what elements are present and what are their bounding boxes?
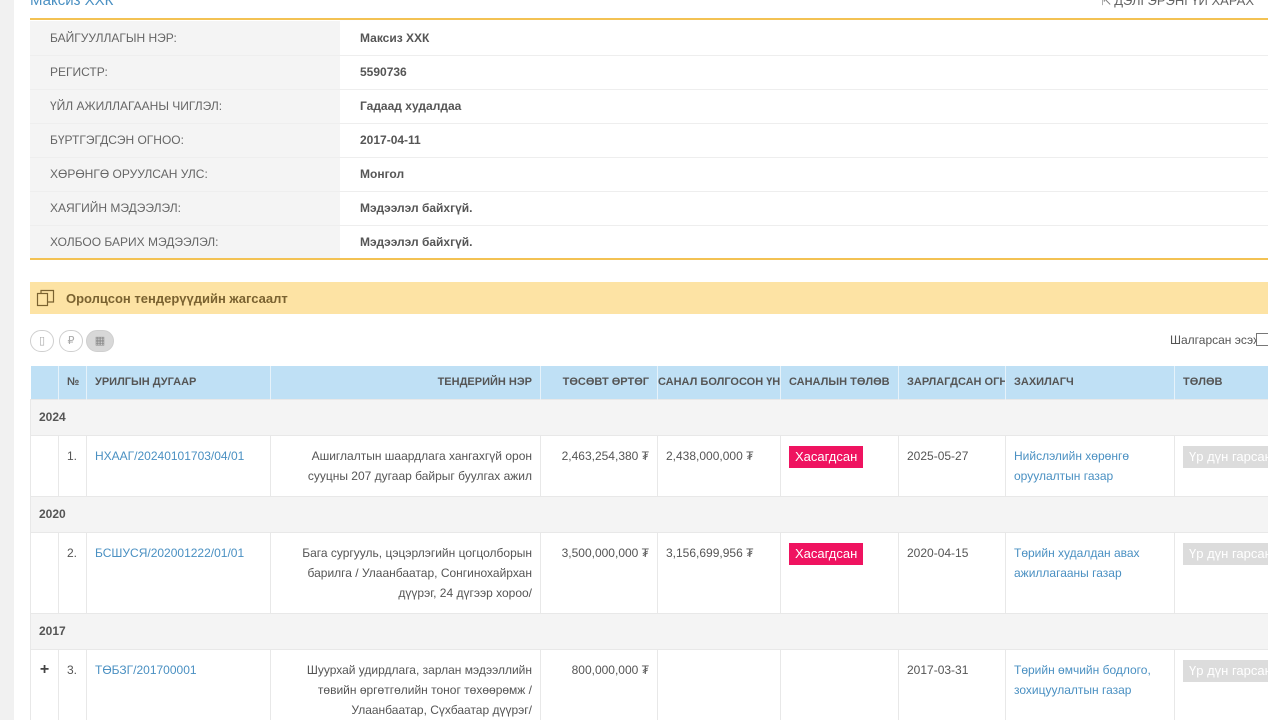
tender-table: № УРИЛГЫН ДУГААР ТЕНДЕРИЙН НЭР ТӨСӨВТ ӨР… bbox=[30, 366, 1268, 720]
row-code-cell: НХААГ/20240101703/04/01 bbox=[86, 434, 271, 497]
expand-cell bbox=[30, 531, 59, 614]
info-row: ҮЙЛ АЖИЛЛАГААНЫ ЧИГЛЭЛ: Гадаад худалдаа bbox=[30, 89, 1268, 124]
announced-date: 2020-04-15 bbox=[898, 531, 1006, 614]
tender-name: Бага сургууль, цэцэрлэгийн цогцолборын б… bbox=[270, 531, 541, 614]
info-label: БҮРТГЭГДСЭН ОГНОО: bbox=[30, 123, 340, 158]
header-client[interactable]: ЗАХИЛАГЧ bbox=[1005, 366, 1175, 399]
row-code-cell: БСШУСЯ/202001222/01/01 bbox=[86, 531, 271, 614]
year-group-row: 2020 bbox=[30, 495, 1268, 533]
left-gutter bbox=[0, 0, 14, 720]
row-num: 2. bbox=[58, 531, 87, 614]
info-row: БАЙГУУЛЛАГЫН НЭР: Максиз ХХК bbox=[30, 21, 1268, 56]
header-offer-status[interactable]: САНАЛЫН ТӨЛӨВ bbox=[780, 366, 899, 399]
info-value: Мэдээлэл байхгүй. bbox=[360, 234, 473, 249]
table-row: 1. НХААГ/20240101703/04/01 Ашиглалтын ша… bbox=[30, 434, 1268, 497]
calendar-icon[interactable]: ▦ bbox=[86, 330, 114, 352]
table-header-row: № УРИЛГЫН ДУГААР ТЕНДЕРИЙН НЭР ТӨСӨВТ ӨР… bbox=[30, 366, 1268, 399]
info-value: Гадаад худалдаа bbox=[340, 89, 1268, 124]
client-cell: Нийслэлийн хөрөнгө оруулалтын газар bbox=[1005, 434, 1175, 497]
client-cell: Төрийн худалдан авах ажиллагааны газар bbox=[1005, 531, 1175, 614]
year-group-row: 2024 bbox=[30, 398, 1268, 436]
section-title: Оролцсон тендерүүдийн жагсаалт bbox=[66, 291, 288, 306]
info-row: БҮРТГЭГДСЭН ОГНОО: 2017-04-11 bbox=[30, 123, 1268, 158]
selected-filter-checkbox[interactable] bbox=[1256, 333, 1268, 346]
expand-icon[interactable]: + bbox=[40, 661, 49, 678]
info-row: ХАЯГИЙН МЭДЭЭЛЭЛ: Мэдээлэл байхгүй. bbox=[30, 191, 1268, 226]
status-cell: Үр дүн гарсан bbox=[1174, 434, 1268, 497]
info-value: Максиз ХХК bbox=[340, 21, 1268, 56]
row-code-cell: ТӨБЗГ/201700001 bbox=[86, 648, 271, 720]
info-label: ХАЯГИЙН МЭДЭЭЛЭЛ: bbox=[30, 191, 340, 226]
header-expand bbox=[30, 366, 59, 399]
header-offer[interactable]: САНАЛ БОЛГОСОН ҮНЭ bbox=[657, 366, 781, 399]
offer-value: 2,438,000,000 ₮ bbox=[657, 434, 781, 497]
row-num: 1. bbox=[58, 434, 87, 497]
external-link-icon: ⇱ bbox=[1101, 0, 1112, 8]
row-num: 3. bbox=[58, 648, 87, 720]
table-row: + 3. ТӨБЗГ/201700001 Шуурхай удирдлага, … bbox=[30, 648, 1268, 720]
header-name[interactable]: ТЕНДЕРИЙН НЭР bbox=[270, 366, 541, 399]
client-link[interactable]: Төрийн өмчийн бодлого, зохицуулалтын газ… bbox=[1014, 663, 1151, 697]
budget-value: 3,500,000,000 ₮ bbox=[540, 531, 658, 614]
offer-status-cell: Хасагдсан bbox=[780, 531, 899, 614]
info-label: БАЙГУУЛЛАГЫН НЭР: bbox=[30, 21, 340, 56]
expand-cell bbox=[30, 434, 59, 497]
header-code[interactable]: УРИЛГЫН ДУГААР bbox=[86, 366, 271, 399]
offer-status-cell: Хасагдсан bbox=[780, 434, 899, 497]
year-group-row: 2017 bbox=[30, 612, 1268, 650]
offer-status-badge: Хасагдсан bbox=[789, 542, 864, 565]
tender-code-link[interactable]: НХААГ/20240101703/04/01 bbox=[95, 449, 244, 463]
tender-code-link[interactable]: ТӨБЗГ/201700001 bbox=[95, 663, 197, 677]
tender-name: Ашиглалтын шаардлага хангахгүй орон сууц… bbox=[270, 434, 541, 497]
client-link[interactable]: Нийслэлийн хөрөнгө оруулалтын газар bbox=[1014, 449, 1129, 483]
info-value: 5590736 bbox=[340, 55, 1268, 90]
offer-status-badge: Хасагдсан bbox=[789, 445, 864, 468]
year-label: 2024 bbox=[30, 398, 1268, 436]
info-label: ҮЙЛ АЖИЛЛАГААНЫ ЧИГЛЭЛ: bbox=[30, 89, 340, 124]
status-cell: Үр дүн гарсан bbox=[1174, 648, 1268, 720]
tender-name: Шуурхай удирдлага, зарлан мэдээллийн төв… bbox=[270, 648, 541, 720]
tender-list-section-header: Оролцсон тендерүүдийн жагсаалт bbox=[30, 282, 1268, 314]
announced-date: 2017-03-31 bbox=[898, 648, 1006, 720]
info-label: ХОЛБОО БАРИХ МЭДЭЭЛЭЛ: bbox=[30, 225, 340, 259]
header-date[interactable]: ЗАРЛАГДСАН ОГНОО bbox=[898, 366, 1006, 399]
client-link[interactable]: Төрийн худалдан авах ажиллагааны газар bbox=[1014, 546, 1140, 580]
company-title-link[interactable]: Максиз ХХК bbox=[30, 0, 113, 9]
status-cell: Үр дүн гарсан bbox=[1174, 531, 1268, 614]
header-status[interactable]: ТӨЛӨВ bbox=[1174, 366, 1268, 399]
status-badge: Үр дүн гарсан bbox=[1183, 445, 1268, 468]
budget-value: 800,000,000 ₮ bbox=[540, 648, 658, 720]
building-icon[interactable]: ▯ bbox=[30, 330, 54, 352]
selected-filter-label: Шалгарсан эсэх: bbox=[1170, 333, 1263, 347]
info-value: Монгол bbox=[340, 157, 1268, 192]
budget-value: 2,463,254,380 ₮ bbox=[540, 434, 658, 497]
header-num: № bbox=[58, 366, 87, 399]
year-label: 2020 bbox=[30, 495, 1268, 533]
info-value: Мэдээлэл байхгүй. bbox=[340, 191, 1268, 226]
header-budget[interactable]: ТӨСӨВТ ӨРТӨГ bbox=[540, 366, 658, 399]
offer-status-cell bbox=[780, 648, 899, 720]
info-label: РЕГИСТР: bbox=[30, 55, 340, 90]
company-info-table: БАЙГУУЛЛАГЫН НЭР: Максиз ХХК РЕГИСТР: 5590… bbox=[30, 21, 1268, 260]
year-label: 2017 bbox=[30, 612, 1268, 650]
copy-icon bbox=[36, 289, 55, 307]
offer-value bbox=[657, 648, 781, 720]
client-cell: Төрийн өмчийн бодлого, зохицуулалтын газ… bbox=[1005, 648, 1175, 720]
info-row: РЕГИСТР: 5590736 bbox=[30, 55, 1268, 90]
company-header: Максиз ХХК ⇱ ДЭЛГЭРЭНГҮЙ ХАРАХ bbox=[30, 0, 1268, 20]
expand-cell: + bbox=[30, 648, 59, 720]
status-badge: Үр дүн гарсан bbox=[1183, 659, 1268, 682]
status-badge: Үр дүн гарсан bbox=[1183, 542, 1268, 565]
offer-value: 3,156,699,956 ₮ bbox=[657, 531, 781, 614]
view-details-link[interactable]: ⇱ ДЭЛГЭРЭНГҮЙ ХАРАХ bbox=[1101, 0, 1254, 8]
currency-icon[interactable]: ₽ bbox=[59, 330, 83, 352]
announced-date: 2025-05-27 bbox=[898, 434, 1006, 497]
info-row: ХӨРӨНГӨ ОРУУЛСАН УЛС: Монгол bbox=[30, 157, 1268, 192]
tender-code-link[interactable]: БСШУСЯ/202001222/01/01 bbox=[95, 546, 244, 560]
info-row: ХОЛБОО БАРИХ МЭДЭЭЛЭЛ: Мэдээлэл байхгүй. bbox=[30, 225, 1268, 259]
info-label: ХӨРӨНГӨ ОРУУЛСАН УЛС: bbox=[30, 157, 340, 192]
view-details-label: ДЭЛГЭРЭНГҮЙ ХАРАХ bbox=[1114, 0, 1254, 8]
table-row: 2. БСШУСЯ/202001222/01/01 Бага сургууль,… bbox=[30, 531, 1268, 614]
info-value: 2017-04-11 bbox=[340, 123, 1268, 158]
